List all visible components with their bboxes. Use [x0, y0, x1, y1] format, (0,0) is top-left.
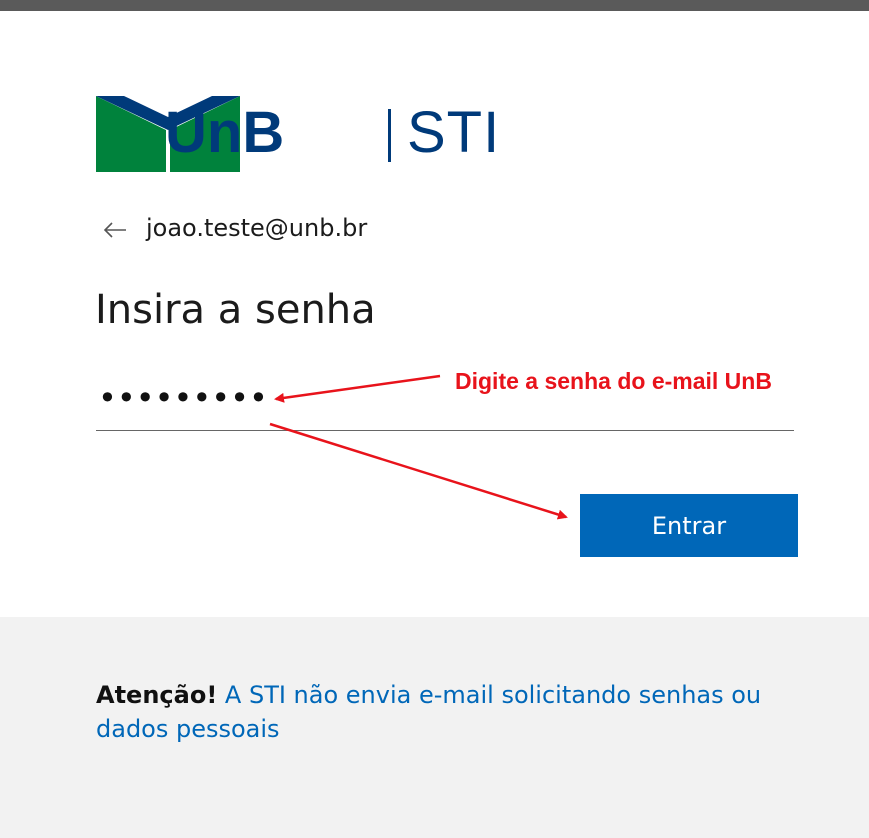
brand-unit: STI: [407, 100, 501, 165]
notice-text: Atenção! A STI não envia e-mail solicita…: [96, 678, 816, 746]
arrow-to-submit: [269, 422, 568, 520]
annotation-text: Digite a senha do e-mail UnB: [455, 368, 772, 394]
submit-button[interactable]: Entrar: [580, 494, 798, 557]
top-bar: [0, 0, 869, 11]
arrow-left-icon[interactable]: [102, 220, 128, 240]
account-email: joao.teste@unb.br: [146, 214, 368, 242]
brand-name: UnB: [165, 100, 285, 165]
page-title: Insira a senha: [95, 287, 376, 333]
password-masked-value: •••••••••: [98, 379, 268, 417]
brand-separator: [388, 109, 391, 162]
notice-strong: Atenção!: [96, 681, 218, 709]
